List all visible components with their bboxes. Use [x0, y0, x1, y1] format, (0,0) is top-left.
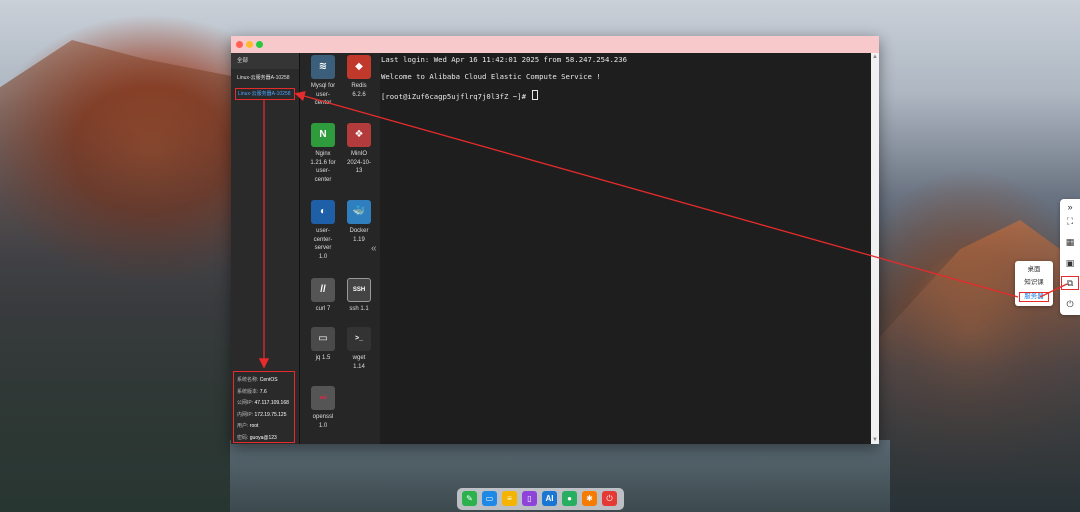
user-center-server-icon: ◐	[311, 200, 335, 224]
menu-item-servers[interactable]: 服务器	[1019, 292, 1049, 302]
private-ip-value: 172.19.75.125	[254, 411, 287, 418]
app-minio[interactable]: ❖ MinIO 2024-10- 13	[342, 123, 376, 176]
message-icon[interactable]: ●	[562, 491, 577, 506]
public-ip-row: 公网IP: 47.117.109.168	[237, 400, 289, 406]
mysql-icon: ≋	[311, 55, 335, 79]
terminal-line-last-login: Last login: Wed Apr 16 11:42:01 2025 fro…	[381, 55, 628, 64]
os-name-row: 系统名称: CentOS	[237, 377, 278, 383]
redis-icon: ◆	[347, 55, 371, 79]
chat-icon[interactable]: ▭	[482, 491, 497, 506]
terminal-cursor	[532, 90, 539, 100]
ai-icon[interactable]: AI	[542, 491, 557, 506]
terminal-scrollbar[interactable]: ▲ ▼	[871, 53, 879, 444]
user-row: 用户: root	[237, 423, 259, 429]
installed-apps-panel: ≋ Mysql for user- center ◆ Redis 6.2.6 N…	[300, 53, 380, 444]
server-list-item-selected[interactable]: Linux-云服务器A-10258	[235, 88, 295, 100]
app-wget[interactable]: >_ wget 1.14	[342, 327, 376, 371]
password-row: 密码: guoya@123	[237, 434, 277, 441]
settings-icon[interactable]: ✱	[582, 491, 597, 506]
app-redis[interactable]: ◆ Redis 6.2.6	[342, 55, 376, 99]
docker-icon: 🐳	[347, 200, 371, 224]
app-mysql[interactable]: ≋ Mysql for user- center	[306, 55, 340, 108]
switch-window-icon[interactable]: ⧉	[1060, 275, 1080, 291]
scroll-up-icon[interactable]: ▲	[871, 53, 879, 61]
power-icon[interactable]: ⏻	[602, 491, 617, 506]
app-jq[interactable]: ▭ jq 1.5	[306, 327, 340, 363]
server-window: 全部 Linux-云服务器A-10258 Linux-云服务器A-10258 系…	[231, 36, 879, 444]
minimize-window-button[interactable]	[246, 41, 253, 48]
os-version-value: 7.6	[259, 388, 267, 395]
server-info-panel: 系统名称: CentOS 系统版本: 7.6 公网IP: 47.117.109.…	[233, 371, 295, 443]
minio-icon: ❖	[347, 123, 371, 147]
right-toolbar: » ⛶ ▦ ▣ ⧉ ⏻	[1060, 199, 1080, 315]
close-window-button[interactable]	[236, 41, 243, 48]
server-filter-all[interactable]: 全部	[231, 53, 299, 69]
public-ip-value: 47.117.109.168	[254, 400, 289, 406]
power-icon[interactable]: ⏻	[1060, 296, 1080, 312]
password-value: guoya@123	[249, 434, 277, 441]
terminal-line-prompt: [root@iZuf6cagp5ujflrq7j0l3fZ ~]#	[381, 90, 539, 101]
jq-icon: ▭	[311, 327, 335, 351]
menu-item-desktop[interactable]: 桌面	[1015, 265, 1053, 275]
collapse-panel-icon[interactable]: «	[371, 243, 377, 254]
wallpaper-mountain-left	[0, 40, 240, 512]
private-ip-row: 内网IP: 172.19.75.125	[237, 411, 287, 418]
course-icon[interactable]: ▯	[522, 491, 537, 506]
layout-icon[interactable]: ▣	[1060, 255, 1080, 271]
os-version-row: 系统版本: 7.6	[237, 388, 267, 395]
user-value: root	[249, 423, 259, 429]
app-nginx[interactable]: N Nginx 1.21.6 for user- center	[306, 123, 340, 184]
openssl-icon: ssl	[311, 386, 335, 410]
fullscreen-icon[interactable]: ⛶	[1060, 213, 1080, 229]
window-titlebar[interactable]	[231, 36, 879, 53]
apps-grid-icon[interactable]: ▦	[1060, 234, 1080, 250]
app-user-center-server[interactable]: ◐ user- center- server 1.0	[306, 200, 340, 261]
os-name-value: CentOS	[259, 377, 278, 383]
terminal-line-welcome: Welcome to Alibaba Cloud Elastic Compute…	[381, 72, 601, 81]
maximize-window-button[interactable]	[256, 41, 263, 48]
menu-item-courses[interactable]: 知识课	[1015, 278, 1053, 288]
scroll-down-icon[interactable]: ▼	[871, 436, 879, 444]
nav-popup-menu: 桌面 知识课 服务器	[1015, 261, 1053, 306]
dock: ✎ ▭ ≡ ▯ AI ● ✱ ⏻	[457, 488, 624, 510]
curl-icon: //	[311, 278, 335, 302]
wget-icon: >_	[347, 327, 371, 351]
server-list-item[interactable]: Linux-云服务器A-10258	[231, 71, 299, 85]
app-openssl[interactable]: ssl openssl 1.0	[306, 386, 340, 430]
notes-icon[interactable]: ≡	[502, 491, 517, 506]
server-sidebar: 全部 Linux-云服务器A-10258 Linux-云服务器A-10258 系…	[231, 53, 300, 444]
ssh-icon: SSH	[347, 278, 371, 302]
nginx-icon: N	[311, 123, 335, 147]
app-store-icon[interactable]: ✎	[462, 491, 477, 506]
app-docker[interactable]: 🐳 Docker 1.19	[342, 200, 376, 244]
app-ssh[interactable]: SSH ssh 1.1	[342, 278, 376, 314]
terminal-console[interactable]: Last login: Wed Apr 16 11:42:01 2025 fro…	[381, 53, 871, 444]
app-curl[interactable]: // curl 7	[306, 278, 340, 314]
